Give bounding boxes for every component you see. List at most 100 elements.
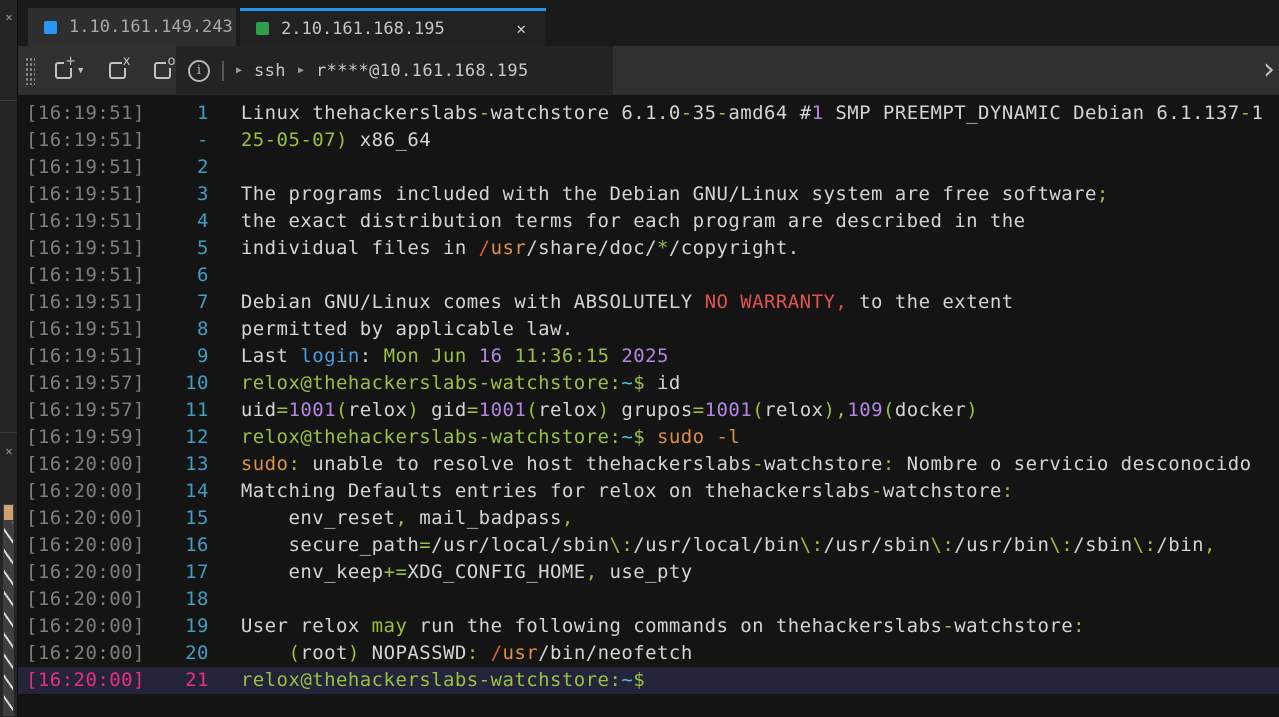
tab-close-icon[interactable]: ✕	[512, 19, 530, 38]
line-text: secure_path=/usr/local/sbin\:/usr/local/…	[241, 532, 1216, 559]
line-text: sudo: unable to resolve host thehackersl…	[241, 451, 1252, 478]
rail-scrollbar[interactable]	[2, 503, 15, 717]
session-status-icon	[44, 21, 57, 34]
rail-close-mid-icon[interactable]: ✕	[1, 444, 17, 458]
line-number: 17	[145, 559, 209, 586]
line-number: 1	[145, 100, 209, 127]
timestamp: [16:20:00]	[18, 586, 145, 613]
terminal-row: [16:20:00]18	[18, 586, 1279, 613]
rail-close-top-icon[interactable]: ✕	[1, 10, 17, 24]
line-text: uid=1001(relox) gid=1001(relox) grupos=1…	[241, 397, 978, 424]
chevron-right-icon: ▶	[298, 65, 304, 76]
terminal-row: [16:19:59]12 relox@thehackerslabs-watchst…	[18, 424, 1279, 451]
line-number: 5	[145, 235, 209, 262]
timestamp: [16:19:59]	[18, 424, 145, 451]
timestamp: [16:19:51]	[18, 154, 145, 181]
close-session-button[interactable]: x	[109, 62, 126, 79]
line-number: 15	[145, 505, 209, 532]
session-status-icon	[256, 22, 269, 35]
rail-divider	[0, 100, 17, 101]
terminal-row: [16:19:51]7Debian GNU/Linux comes with A…	[18, 289, 1279, 316]
terminal-row: [16:20:00]13 sudo: unable to resolve host…	[18, 451, 1279, 478]
line-number: 9	[145, 343, 209, 370]
tab-session-2[interactable]: 2.10.161.168.195 ✕	[240, 8, 546, 46]
main-panel: 1.10.161.149.243 2.10.161.168.195 ✕ + ▼ …	[18, 0, 1279, 717]
timestamp: [16:19:51]	[18, 127, 145, 154]
line-text: permitted by applicable law.	[241, 316, 574, 343]
line-number: 16	[145, 532, 209, 559]
new-session-dropdown-icon[interactable]: ▼	[78, 66, 83, 76]
new-session-button[interactable]: +	[55, 62, 72, 79]
line-text: the exact distribution terms for each pr…	[241, 208, 1026, 235]
chevron-right-icon: ▶	[236, 65, 242, 76]
terminal-row: [16:20:00]16 secure_path=/usr/local/sbin…	[18, 532, 1279, 559]
timestamp: [16:20:00]	[18, 451, 145, 478]
line-number: 3	[145, 181, 209, 208]
line-text: User relox may run the following command…	[241, 613, 1085, 640]
terminal-row: [16:19:51]4the exact distribution terms …	[18, 208, 1279, 235]
rail-divider	[0, 432, 17, 433]
tab-label: 1.10.161.149.243	[69, 17, 233, 37]
session-breadcrumb: i ▶ ssh ▶ r****@10.161.168.195	[176, 46, 613, 95]
toolbar-grip-handle[interactable]	[25, 57, 35, 85]
line-text: env_reset, mail_badpass,	[241, 505, 574, 532]
plus-icon: +	[64, 55, 77, 68]
line-text: env_keep+=XDG_CONFIG_HOME, use_pty	[241, 559, 693, 586]
timestamp: [16:19:51]	[18, 316, 145, 343]
line-text: relox@thehackerslabs-watchstore:~$ id	[241, 370, 681, 397]
terminal-row: [16:19:51]2	[18, 154, 1279, 181]
breadcrumb-protocol[interactable]: ssh	[254, 61, 286, 81]
terminal-row: [16:19:51]8 permitted by applicable law.	[18, 316, 1279, 343]
detach-session-button[interactable]: o	[154, 62, 171, 79]
timestamp: [16:20:00]	[18, 613, 145, 640]
tab-label: 2.10.161.168.195	[281, 19, 445, 39]
line-text: relox@thehackerslabs-watchstore:~$	[241, 667, 645, 694]
line-number: 14	[145, 478, 209, 505]
timestamp: [16:19:51]	[18, 343, 145, 370]
line-text: Debian GNU/Linux comes with ABSOLUTELY N…	[241, 289, 1014, 316]
terminal-row: [16:19:57]10 relox@thehackerslabs-watchst…	[18, 370, 1279, 397]
terminal-row: [16:20:00]14Matching Defaults entries fo…	[18, 478, 1279, 505]
terminal-body[interactable]: [16:19:51]1Linux thehackerslabs-watchsto…	[18, 95, 1279, 717]
timestamp: [16:19:51]	[18, 262, 145, 289]
line-number: 8	[145, 316, 209, 343]
terminal-row: [16:20:00]15 env_reset, mail_badpass,	[18, 505, 1279, 532]
breadcrumb-target[interactable]: r****@10.161.168.195	[316, 61, 529, 81]
line-number: 12	[145, 424, 209, 451]
terminal-row: [16:19:51]9Last login: Mon Jun 16 11:36:…	[18, 343, 1279, 370]
timestamp: [16:19:57]	[18, 397, 145, 424]
timestamp: [16:20:00]	[18, 667, 145, 694]
session-info-icon[interactable]: i	[188, 60, 210, 82]
breadcrumb-separator	[222, 61, 224, 81]
timestamp: [16:20:00]	[18, 532, 145, 559]
line-number: 2	[145, 154, 209, 181]
line-number: 21	[145, 667, 209, 694]
terminal-row: [16:19:51]1 Linux thehackerslabs-watchsto…	[18, 100, 1279, 127]
terminal-row: [16:19:51]3The programs included with th…	[18, 181, 1279, 208]
line-number: -	[145, 127, 209, 154]
timestamp: [16:20:00]	[18, 505, 145, 532]
line-text: Linux thehackerslabs-watchstore 6.1.0-35…	[241, 100, 1264, 127]
timestamp: [16:20:00]	[18, 640, 145, 667]
terminal-row: [16:19:57]11 uid=1001(relox) gid=1001(rel…	[18, 397, 1279, 424]
toolbar-expand-icon[interactable]: ›	[1263, 50, 1275, 90]
line-text: The programs included with the Debian GN…	[241, 181, 1109, 208]
tab-session-1[interactable]: 1.10.161.149.243	[28, 8, 236, 46]
line-number: 13	[145, 451, 209, 478]
terminal-row: [16:20:00]19User relox may run the follo…	[18, 613, 1279, 640]
line-number: 4	[145, 208, 209, 235]
line-text: relox@thehackerslabs-watchstore:~$ sudo …	[241, 424, 740, 451]
rail-scrollbar-thumb[interactable]	[4, 505, 13, 520]
line-text: (root) NOPASSWD: /usr/bin/neofetch	[241, 640, 693, 667]
line-number: 6	[145, 262, 209, 289]
line-number: 11	[145, 397, 209, 424]
terminal-row: [16:19:51]-25-05-07) x86_64	[18, 127, 1279, 154]
terminal-row-current: [16:20:00]21 relox@thehackerslabs-watchst…	[18, 667, 1279, 694]
timestamp: [16:20:00]	[18, 559, 145, 586]
line-text: Matching Defaults entries for relox on t…	[241, 478, 1014, 505]
timestamp: [16:19:57]	[18, 370, 145, 397]
timestamp: [16:19:51]	[18, 289, 145, 316]
terminal-row: [16:19:51]5individual files in /usr/shar…	[18, 235, 1279, 262]
timestamp: [16:19:51]	[18, 100, 145, 127]
line-number: 10	[145, 370, 209, 397]
